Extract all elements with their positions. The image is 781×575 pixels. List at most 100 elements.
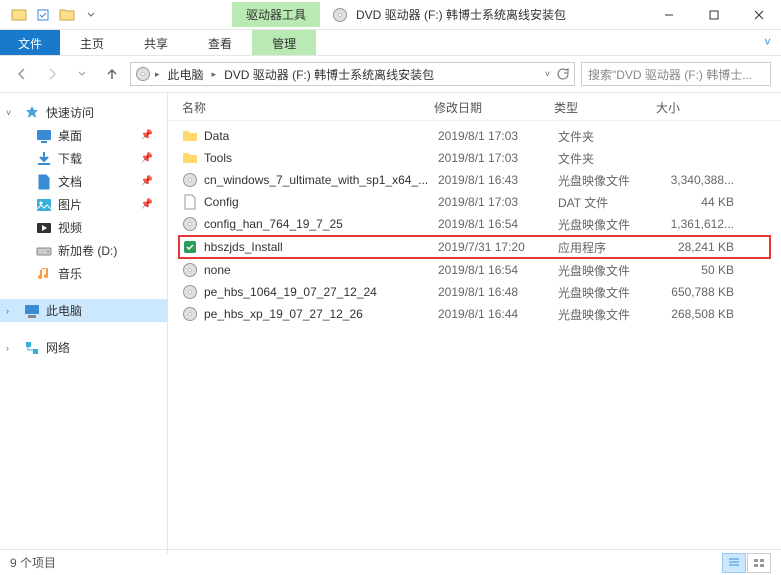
address-bar[interactable]: ▸ 此电脑 ▸ DVD 驱动器 (F:) 韩博士系统离线安装包 ˅ [130,62,575,86]
file-name: pe_hbs_xp_19_07_27_12_26 [204,307,438,321]
file-date: 2019/8/1 16:54 [438,263,558,277]
sidebar-item-quick-access[interactable]: ˅ 快速访问 [0,101,167,124]
column-headers: 名称 修改日期 类型 大小 [168,93,781,121]
column-type[interactable]: 类型 [554,99,656,116]
sidebar-item-videos[interactable]: 视频 [0,216,167,239]
pin-icon: 📌 [141,176,153,187]
qat-new-folder-icon[interactable] [56,4,78,26]
sidebar-item-this-pc[interactable]: › 此电脑 [0,299,167,322]
qat-properties-icon[interactable] [32,4,54,26]
file-row[interactable]: hbszjds_Install2019/7/31 17:20应用程序28,241… [178,235,771,259]
window-controls [646,0,781,30]
file-date: 2019/8/1 16:48 [438,285,558,299]
file-row[interactable]: pe_hbs_xp_19_07_27_12_262019/8/1 16:44光盘… [180,303,781,325]
sidebar-item-desktop[interactable]: 桌面📌 [0,124,167,147]
item-count: 9 个项目 [10,554,56,571]
download-icon [36,151,52,167]
chevron-down-icon[interactable]: ˅ [6,108,14,118]
tab-share[interactable]: 共享 [124,30,188,55]
file-date: 2019/8/1 16:54 [438,217,558,231]
picture-icon [36,197,52,213]
icons-view-button[interactable] [747,553,771,573]
file-row[interactable]: pe_hbs_1064_19_07_27_12_242019/8/1 16:48… [180,281,781,303]
music-icon [36,266,52,282]
column-name[interactable]: 名称 [182,99,434,116]
app-icon [182,239,198,255]
drive-icon [36,243,52,259]
dvd-drive-icon [135,66,151,82]
maximize-button[interactable] [691,0,736,30]
file-row[interactable]: Tools2019/8/1 17:03文件夹 [180,147,781,169]
breadcrumb-drive[interactable]: DVD 驱动器 (F:) 韩博士系统离线安装包 [220,64,438,85]
search-input[interactable]: 搜索"DVD 驱动器 (F:) 韩博士... [581,62,771,86]
file-date: 2019/7/31 17:20 [438,240,558,254]
document-icon [36,174,52,190]
address-dropdown-icon[interactable]: ˅ [545,69,550,79]
sidebar-item-pictures[interactable]: 图片📌 [0,193,167,216]
file-date: 2019/8/1 17:03 [438,195,558,209]
navigation-bar: ▸ 此电脑 ▸ DVD 驱动器 (F:) 韩博士系统离线安装包 ˅ 搜索"DVD… [0,56,781,93]
network-icon [24,340,40,356]
tab-view[interactable]: 查看 [188,30,252,55]
view-mode-toggle [722,553,771,573]
tab-manage[interactable]: 管理 [252,30,316,55]
sidebar-item-new-volume[interactable]: 新加卷 (D:) [0,239,167,262]
file-size: 50 KB [660,263,746,277]
file-list: Data2019/8/1 17:03文件夹Tools2019/8/1 17:03… [168,121,781,329]
file-date: 2019/8/1 17:03 [438,151,558,165]
file-row[interactable]: none2019/8/1 16:54光盘映像文件50 KB [180,259,781,281]
chevron-right-icon[interactable]: ▸ [212,69,217,80]
column-date[interactable]: 修改日期 [434,99,554,116]
video-icon [36,220,52,236]
sidebar-item-downloads[interactable]: 下载 📌 [0,147,167,170]
sidebar-item-network[interactable]: › 网络 [0,336,167,359]
file-row[interactable]: Config2019/8/1 17:03DAT 文件44 KB [180,191,781,213]
close-button[interactable] [736,0,781,30]
pin-icon: 📌 [141,199,153,210]
file-name: config_han_764_19_7_25 [204,217,438,231]
sidebar-item-label: 视频 [58,219,82,236]
file-type: 光盘映像文件 [558,216,660,233]
tab-home[interactable]: 主页 [60,30,124,55]
status-bar: 9 个项目 [0,549,781,575]
breadcrumb-pc[interactable]: 此电脑 [164,64,208,85]
file-type: 光盘映像文件 [558,262,660,279]
sidebar-item-label: 下载 [58,150,82,167]
chevron-right-icon[interactable]: › [6,343,14,353]
chevron-right-icon[interactable]: › [6,306,14,316]
sidebar-item-music[interactable]: 音乐 [0,262,167,285]
pin-icon: 📌 [141,153,153,164]
qat-dropdown-icon[interactable] [80,4,102,26]
sidebar-item-documents[interactable]: 文档📌 [0,170,167,193]
navigation-pane: ˅ 快速访问 桌面📌 下载 📌 文档📌 图片📌 视频 新加卷 (D:) 音乐 › 此电… [0,93,168,554]
ribbon-tabs: 文件 主页 共享 查看 管理 ˅ [0,30,781,56]
ribbon-expand-icon[interactable]: ˅ [754,30,781,55]
contextual-tab-label: 驱动器工具 [232,2,320,27]
file-name: pe_hbs_1064_19_07_27_12_24 [204,285,438,299]
qat-app-icon[interactable] [8,4,30,26]
file-size: 28,241 KB [660,240,746,254]
sidebar-item-label: 此电脑 [46,302,82,319]
chevron-right-icon[interactable]: ▸ [155,69,160,80]
sidebar-item-label: 网络 [46,339,70,356]
forward-button[interactable] [40,62,64,86]
file-type: 应用程序 [558,239,660,256]
file-date: 2019/8/1 16:44 [438,307,558,321]
folder-icon [182,150,198,166]
pin-icon: 📌 [141,130,153,141]
disc-icon [182,172,198,188]
file-row[interactable]: cn_windows_7_ultimate_with_sp1_x64_...20… [180,169,781,191]
sidebar-item-label: 快速访问 [46,104,94,121]
file-type: 光盘映像文件 [558,306,660,323]
tab-file[interactable]: 文件 [0,30,60,55]
refresh-icon[interactable] [556,67,570,81]
details-view-button[interactable] [722,553,746,573]
file-size: 3,340,388... [660,173,746,187]
minimize-button[interactable] [646,0,691,30]
up-button[interactable] [100,62,124,86]
file-row[interactable]: Data2019/8/1 17:03文件夹 [180,125,781,147]
column-size[interactable]: 大小 [656,99,769,116]
file-row[interactable]: config_han_764_19_7_252019/8/1 16:54光盘映像… [180,213,781,235]
recent-locations-button[interactable] [70,62,94,86]
back-button[interactable] [10,62,34,86]
